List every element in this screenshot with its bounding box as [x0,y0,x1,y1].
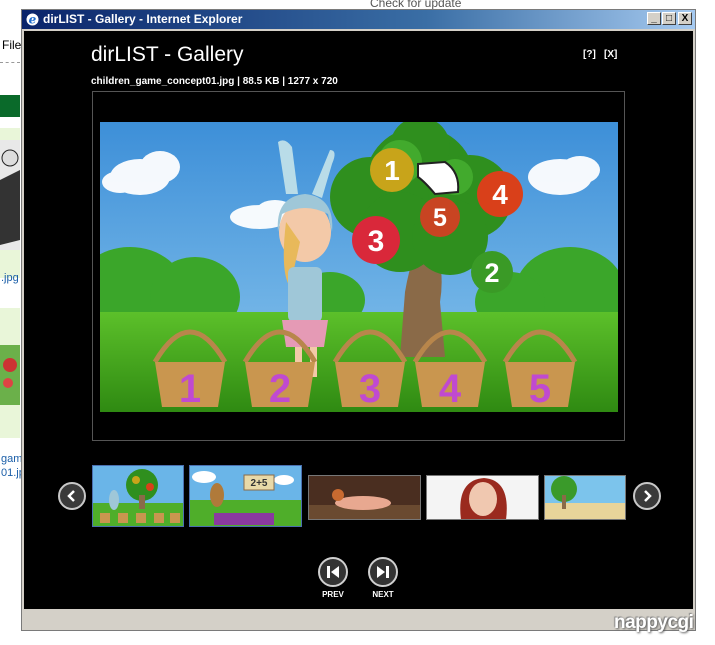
background-header-bar [0,95,20,117]
internet-explorer-icon: e [26,13,39,27]
thumbnail-4[interactable] [426,475,539,520]
chevron-right-icon [644,490,652,502]
thumbnail-sign: 2+5 [251,478,268,489]
skip-back-icon [327,566,339,578]
next-label: NEXT [372,590,394,599]
file-menu[interactable]: File [2,38,21,52]
background-file-label[interactable]: gam [1,453,22,465]
basket-number: 4 [439,367,462,411]
basket-number: 1 [179,367,201,411]
apple-number: 1 [384,155,400,186]
close-button[interactable]: X [678,12,692,25]
main-image[interactable]: 1 5 4 3 2 1 2 3 4 5 [100,122,618,412]
help-button[interactable]: [?] [583,49,596,60]
chevron-left-icon [67,490,75,502]
prev-button[interactable] [318,557,348,587]
maximize-button[interactable]: □ [662,12,676,25]
apple-number: 3 [368,225,385,258]
thumbnail-3[interactable] [308,475,421,520]
window-title: dirLIST - Gallery - Internet Explorer [43,12,243,26]
thumbnail-2[interactable]: 2+5 [189,465,302,527]
apple-number: 2 [484,258,499,288]
background-thumbnail [0,140,20,250]
image-frame: 1 5 4 3 2 1 2 3 4 5 [92,91,625,441]
prev-label: PREV [322,590,344,599]
basket-number: 2 [269,367,291,411]
thumbnail-5[interactable] [544,475,626,520]
basket-number: 5 [529,367,551,411]
thumbnail-prev-button[interactable] [58,482,86,510]
gallery-viewer: dirLIST - Gallery [?] [X] children_game_… [24,31,693,609]
svg-text:e: e [29,13,37,27]
skip-forward-icon [377,566,389,578]
thumbnail-1[interactable] [92,465,184,527]
watermark: nappycgi [614,612,694,633]
minimize-button[interactable]: _ [647,12,661,25]
background-thumbnail [0,345,20,405]
thumbnail-next-button[interactable] [633,482,661,510]
gallery-close-button[interactable]: [X] [604,49,617,60]
apple-number: 5 [433,204,447,232]
divider [0,62,20,64]
basket-number: 3 [359,367,381,411]
window-titlebar[interactable]: e dirLIST - Gallery - Internet Explorer … [22,10,695,29]
gallery-title: dirLIST - Gallery [91,43,244,66]
background-file-label[interactable]: .jpg [1,272,19,284]
status-bar [24,611,693,629]
file-info: children_game_concept01.jpg | 88.5 KB | … [91,76,338,87]
browser-window: e dirLIST - Gallery - Internet Explorer … [21,9,696,631]
next-button[interactable] [368,557,398,587]
apple-number: 4 [492,179,508,210]
